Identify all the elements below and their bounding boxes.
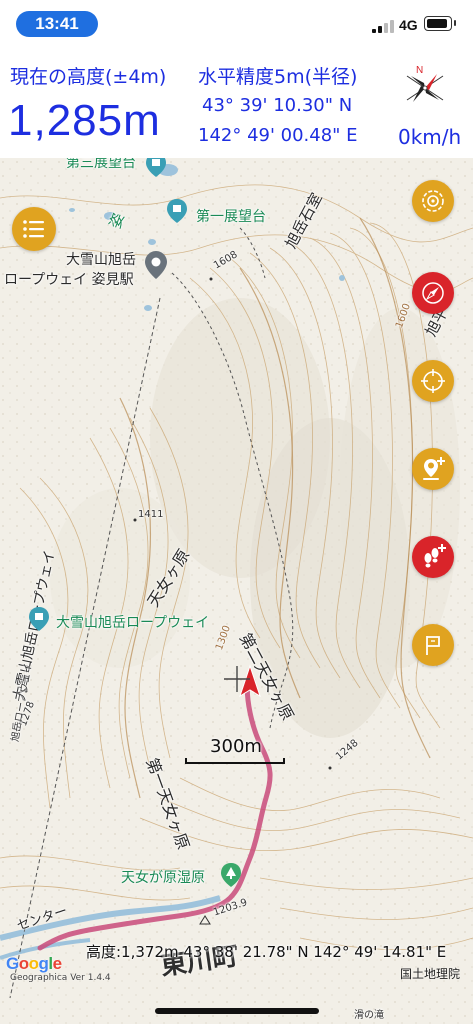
spot-height-1411: 1411 bbox=[138, 509, 164, 520]
poi-ropeway-icon[interactable] bbox=[28, 606, 50, 632]
map-label-ropeway: 大雪山旭岳ロープウェイ bbox=[56, 615, 210, 631]
altitude-value: 1,285m bbox=[8, 96, 161, 145]
topographic-map[interactable]: 第三展望台 第一展望台 大雪山旭岳 ロープウェイ 姿見駅 大雪山旭岳ロープウェイ… bbox=[0, 158, 473, 1024]
poi-marsh-icon[interactable] bbox=[220, 862, 242, 888]
google-logo-letter: G bbox=[6, 954, 19, 973]
track-record-button[interactable] bbox=[412, 536, 454, 578]
google-logo: Google bbox=[6, 954, 62, 974]
google-logo-letter: o bbox=[28, 954, 39, 973]
poi-ropeway-station-icon[interactable] bbox=[144, 250, 168, 280]
crosshair-locate-icon bbox=[421, 369, 445, 393]
map-label-observatory3: 第三展望台 bbox=[66, 158, 136, 171]
cursor-position-info: 高度:1,372m 43° 38' 21.78" N 142° 49' 14.8… bbox=[86, 943, 447, 961]
map-label-ropeway-station-2: ロープウェイ 姿見駅 bbox=[4, 272, 134, 288]
layers-button[interactable] bbox=[412, 180, 454, 222]
home-indicator[interactable] bbox=[155, 1008, 319, 1014]
cellular-signal-icon bbox=[372, 19, 396, 33]
menu-list-icon bbox=[23, 220, 44, 238]
map-copyright: 国土地理院 bbox=[400, 967, 461, 981]
google-logo-letter: g bbox=[38, 954, 49, 973]
map-label-waterfall: 滑の滝 bbox=[354, 1010, 384, 1021]
location-info-panel: 現在の高度(±4m) 1,285m 水平精度5m(半径) 43° 39' 10.… bbox=[0, 50, 473, 158]
compass-mode-button[interactable] bbox=[412, 272, 454, 314]
google-logo-letter: e bbox=[52, 954, 62, 973]
status-time: 13:41 bbox=[16, 11, 98, 37]
flag-icon bbox=[426, 636, 440, 655]
app-version: Geographica Ver 1.4.4 bbox=[10, 973, 111, 983]
google-logo-letter: o bbox=[18, 954, 29, 973]
scale-bar bbox=[185, 758, 285, 764]
map-center-crosshair-icon bbox=[224, 666, 250, 692]
latitude-value: 43° 39' 10.30" N bbox=[202, 95, 353, 116]
network-type: 4G bbox=[399, 17, 418, 33]
accuracy-label: 水平精度5m(半径) bbox=[198, 66, 358, 88]
locate-button[interactable] bbox=[412, 360, 454, 402]
svg-text:N: N bbox=[416, 65, 423, 76]
status-bar: 13:41 4G bbox=[0, 0, 473, 50]
footprints-add-icon bbox=[424, 544, 446, 568]
menu-button[interactable] bbox=[12, 207, 56, 251]
map-label-observatory1: 第一展望台 bbox=[196, 209, 266, 225]
compass-rose-icon[interactable]: N bbox=[399, 62, 451, 114]
spiral-layers-icon bbox=[422, 190, 444, 212]
poi-observatory3-icon[interactable] bbox=[145, 158, 167, 178]
speed-value: 0km/h bbox=[398, 125, 462, 149]
compass-needle-icon bbox=[422, 282, 444, 304]
map-label-ropeway-station-1: 大雪山旭岳 bbox=[66, 252, 136, 268]
longitude-value: 142° 49' 00.48" E bbox=[198, 125, 358, 146]
poi-observatory1-icon[interactable] bbox=[166, 198, 188, 224]
flag-button[interactable] bbox=[412, 624, 454, 666]
battery-icon bbox=[424, 16, 456, 31]
scale-label: 300m bbox=[210, 736, 262, 757]
map-scale: 300m bbox=[185, 736, 287, 766]
map-label-marsh: 天女が原湿原 bbox=[121, 870, 205, 886]
add-pin-person-icon bbox=[423, 457, 445, 480]
add-waypoint-button[interactable] bbox=[412, 448, 454, 490]
altitude-label: 現在の高度(±4m) bbox=[10, 66, 167, 88]
